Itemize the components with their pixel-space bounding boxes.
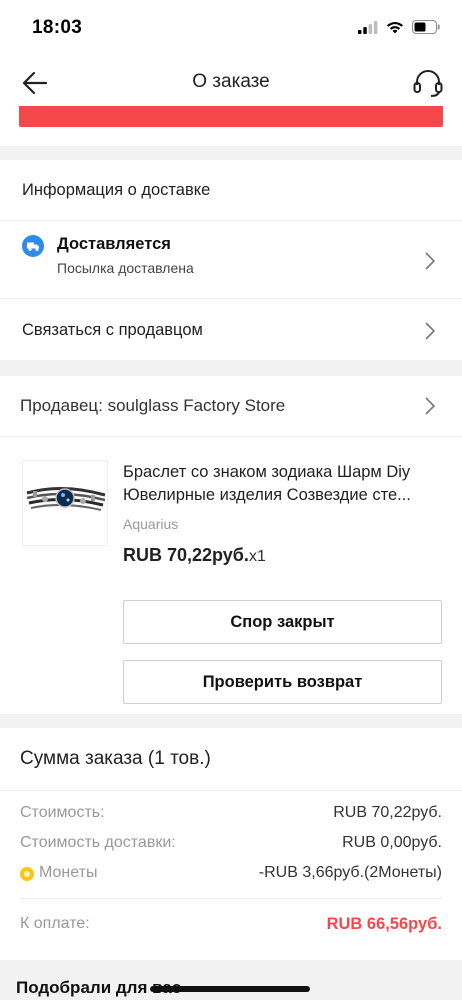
- top-navigation-bar: О заказе: [0, 56, 462, 110]
- headset-icon[interactable]: [412, 68, 444, 98]
- total-value: RUB 66,56руб.: [326, 915, 442, 933]
- total-row: К оплате: RUB 66,56руб.: [20, 915, 442, 937]
- chevron-right-icon: [425, 397, 436, 415]
- divider: [0, 436, 462, 437]
- status-bar: 18:03: [0, 0, 462, 56]
- contact-seller-label: Связаться с продавцом: [22, 321, 203, 339]
- truck-icon: [22, 235, 44, 257]
- status-time: 18:03: [32, 17, 83, 38]
- divider: [0, 298, 462, 299]
- coins-label: Монеты: [39, 864, 98, 881]
- order-status-banner: [19, 106, 443, 127]
- dispute-closed-button[interactable]: Спор закрыт: [123, 600, 442, 644]
- product-quantity: x1: [248, 548, 266, 565]
- divider: [0, 220, 462, 221]
- section-divider: [0, 714, 462, 728]
- coins-value: -RUB 3,66руб.(2Монеты): [258, 864, 442, 881]
- chevron-right-icon: [425, 322, 436, 340]
- page-title: О заказе: [192, 71, 270, 92]
- product-price: RUB 70,22руб.x1: [123, 545, 266, 566]
- cost-row: Стоимость: RUB 70,22руб.: [20, 804, 442, 826]
- delivery-status-title: Доставляется: [57, 235, 171, 253]
- order-summary-title: Сумма заказа (1 тов.): [20, 748, 211, 769]
- divider: [20, 898, 442, 899]
- total-label: К оплате:: [20, 915, 90, 932]
- section-divider: [0, 360, 462, 376]
- delivery-status-subtitle: Посылка доставлена: [57, 260, 194, 276]
- status-icons: [358, 20, 440, 34]
- product-variant: Aquarius: [123, 516, 179, 532]
- cellular-signal-icon: [358, 20, 378, 34]
- product-title-line-1: Браслет со знаком зодиака Шарм Diy: [123, 463, 411, 481]
- section-divider: [0, 146, 462, 160]
- coin-icon: [20, 867, 34, 881]
- check-return-button[interactable]: Проверить возврат: [123, 660, 442, 704]
- product-title-line-2: Ювелирные изделия Созвездие сте...: [123, 486, 411, 504]
- cost-label: Стоимость:: [20, 804, 105, 821]
- home-indicator[interactable]: [150, 986, 310, 992]
- battery-icon: [412, 20, 440, 34]
- divider: [0, 790, 462, 791]
- chevron-right-icon: [425, 252, 436, 270]
- cost-value: RUB 70,22руб.: [333, 804, 442, 821]
- delivery-info-heading: Информация о доставке: [22, 181, 211, 199]
- shipping-row: Стоимость доставки: RUB 0,00руб.: [20, 834, 442, 856]
- coins-row: Монеты -RUB 3,66руб.(2Монеты): [20, 864, 442, 886]
- product-price-value: RUB 70,22руб.: [123, 545, 249, 565]
- product-image[interactable]: [22, 460, 108, 546]
- product-title[interactable]: Браслет со знаком зодиака Шарм Diy Ювели…: [123, 461, 443, 507]
- wifi-icon: [387, 21, 403, 33]
- shipping-value: RUB 0,00руб.: [342, 834, 442, 851]
- seller-name: Продавец: soulglass Factory Store: [20, 396, 286, 415]
- shipping-label: Стоимость доставки:: [20, 834, 176, 851]
- recommendations-section: Подобрали для вас: [0, 960, 462, 1000]
